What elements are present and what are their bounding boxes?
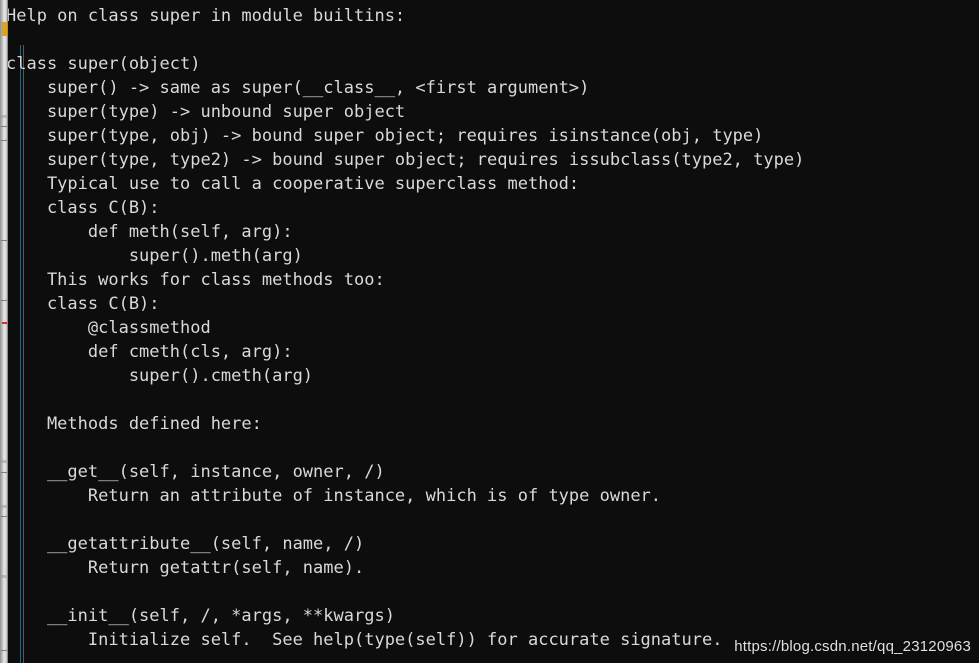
console-line: Methods defined here: [6,414,262,434]
console-line: __init__(self, /, *args, **kwargs) [6,606,395,626]
console-line: super(type, obj) -> bound super object; … [6,126,764,146]
console-line: Typical use to call a cooperative superc… [6,174,580,194]
console-line: def meth(self, arg): [6,222,293,242]
console-line: super(type) -> unbound super object [6,102,406,122]
console-line: class C(B): [6,198,160,218]
console-line: super().cmeth(arg) [6,366,314,386]
console-line: Initialize self. See help(type(self)) fo… [6,630,723,650]
console-output[interactable]: Help on class super in module builtins: … [0,0,979,663]
console-line: class super(object) [6,54,201,74]
console-line: super().meth(arg) [6,246,303,266]
console-line: This works for class methods too: [6,270,385,290]
console-line: __get__(self, instance, owner, /) [6,462,385,482]
bookmark-marker-icon[interactable] [1,22,7,36]
console-line: @classmethod [6,318,211,338]
console-line: Return getattr(self, name). [6,558,365,578]
console-line: Help on class super in module builtins: [6,6,406,26]
console-line: class C(B): [6,294,160,314]
left-window-sliver[interactable] [0,0,8,663]
console-line: def cmeth(cls, arg): [6,342,293,362]
terminal-window: Help on class super in module builtins: … [0,0,979,663]
console-line: __getattribute__(self, name, /) [6,534,365,554]
console-line: super() -> same as super(__class__, <fir… [6,78,590,98]
error-marker-icon[interactable] [2,322,7,324]
console-line: Return an attribute of instance, which i… [6,486,662,506]
console-line: super(type, type2) -> bound super object… [6,150,805,170]
